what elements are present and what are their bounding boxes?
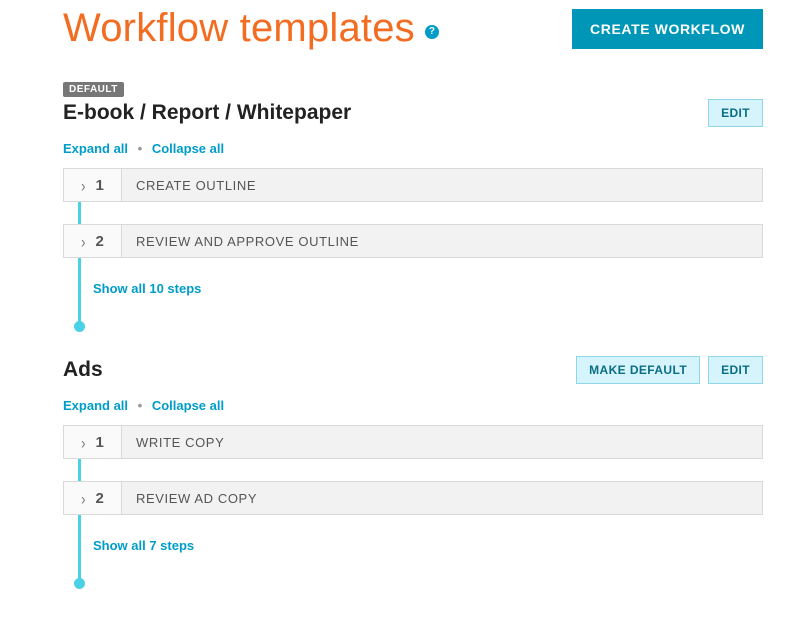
timeline-end-dot: [74, 321, 85, 332]
collapse-all-link[interactable]: Collapse all: [152, 141, 224, 156]
chevron-right-icon: ›: [81, 434, 85, 451]
show-all-steps-link[interactable]: Show all 7 steps: [93, 538, 194, 553]
edit-button[interactable]: EDIT: [708, 99, 763, 127]
expand-all-link[interactable]: Expand all: [63, 141, 128, 156]
step-number: 1: [96, 177, 104, 194]
chevron-right-icon: ›: [81, 177, 85, 194]
timeline-line: [78, 202, 81, 328]
timeline-line: [78, 459, 81, 585]
step-title: REVIEW AND APPROVE OUTLINE: [122, 225, 762, 257]
workflow-ads: Ads MAKE DEFAULT EDIT Expand all • Colla…: [63, 356, 763, 585]
step-title: WRITE COPY: [122, 426, 762, 458]
page-header: Workflow templates ? CREATE WORKFLOW: [63, 6, 763, 51]
create-workflow-button[interactable]: CREATE WORKFLOW: [572, 9, 763, 49]
default-badge: DEFAULT: [63, 82, 124, 97]
workflow-name: E-book / Report / Whitepaper: [63, 101, 351, 125]
step-number: 2: [96, 233, 104, 250]
link-separator: •: [138, 141, 143, 156]
step-number: 2: [96, 490, 104, 507]
step-number: 1: [96, 434, 104, 451]
step-row[interactable]: › 1 CREATE OUTLINE: [63, 168, 763, 202]
timeline-end-dot: [74, 578, 85, 589]
collapse-all-link[interactable]: Collapse all: [152, 398, 224, 413]
step-row[interactable]: › 2 REVIEW AD COPY: [63, 481, 763, 515]
help-icon[interactable]: ?: [425, 25, 439, 39]
step-row[interactable]: › 2 REVIEW AND APPROVE OUTLINE: [63, 224, 763, 258]
step-title: REVIEW AD COPY: [122, 482, 762, 514]
workflow-name: Ads: [63, 358, 103, 382]
link-separator: •: [138, 398, 143, 413]
workflow-ebook: DEFAULT E-book / Report / Whitepaper EDI…: [63, 79, 763, 328]
show-all-steps-link[interactable]: Show all 10 steps: [93, 281, 201, 296]
page-title: Workflow templates: [63, 6, 415, 51]
expand-all-link[interactable]: Expand all: [63, 398, 128, 413]
step-row[interactable]: › 1 WRITE COPY: [63, 425, 763, 459]
chevron-right-icon: ›: [81, 233, 85, 250]
edit-button[interactable]: EDIT: [708, 356, 763, 384]
chevron-right-icon: ›: [81, 490, 85, 507]
make-default-button[interactable]: MAKE DEFAULT: [576, 356, 700, 384]
step-title: CREATE OUTLINE: [122, 169, 762, 201]
